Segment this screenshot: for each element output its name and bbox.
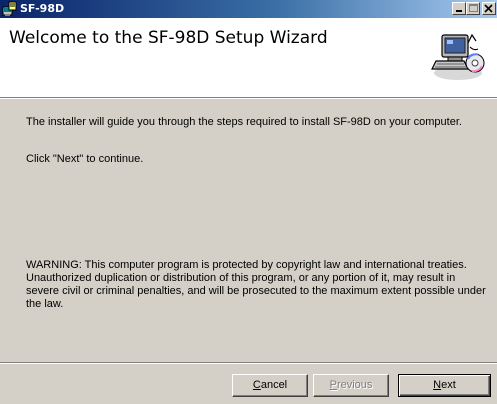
setup-wizard-window: SF-98D Welcome to the SF-98D Setup Wizar… (0, 0, 497, 404)
wizard-header: Welcome to the SF-98D Setup Wizard (0, 18, 497, 97)
header-divider (0, 97, 497, 99)
minimize-icon (456, 10, 462, 12)
previous-mnemonic: P (329, 379, 337, 391)
continue-hint: Click "Next" to continue. (26, 153, 144, 165)
computer-setup-icon (428, 29, 488, 83)
next-button[interactable]: Next (398, 374, 491, 397)
close-icon (484, 4, 493, 13)
minimize-button[interactable] (452, 2, 466, 15)
cancel-label: ancel (260, 379, 288, 391)
footer-divider (0, 362, 497, 364)
intro-text: The installer will guide you through the… (26, 116, 462, 128)
title-bar[interactable]: SF-98D (0, 0, 497, 18)
cancel-button[interactable]: Cancel (232, 374, 308, 397)
previous-button[interactable]: Previous (313, 374, 389, 397)
wizard-title: Welcome to the SF-98D Setup Wizard (9, 28, 328, 48)
previous-label: revious (336, 379, 373, 391)
maximize-button[interactable] (466, 2, 480, 15)
installer-icon (2, 1, 18, 17)
maximize-icon (469, 4, 478, 12)
copyright-warning: WARNING: This computer program is protec… (26, 259, 486, 310)
cancel-mnemonic: C (252, 379, 261, 391)
close-button[interactable] (482, 2, 496, 15)
window-title: SF-98D (20, 2, 65, 15)
next-label: ext (441, 379, 456, 391)
next-mnemonic: N (433, 379, 442, 391)
